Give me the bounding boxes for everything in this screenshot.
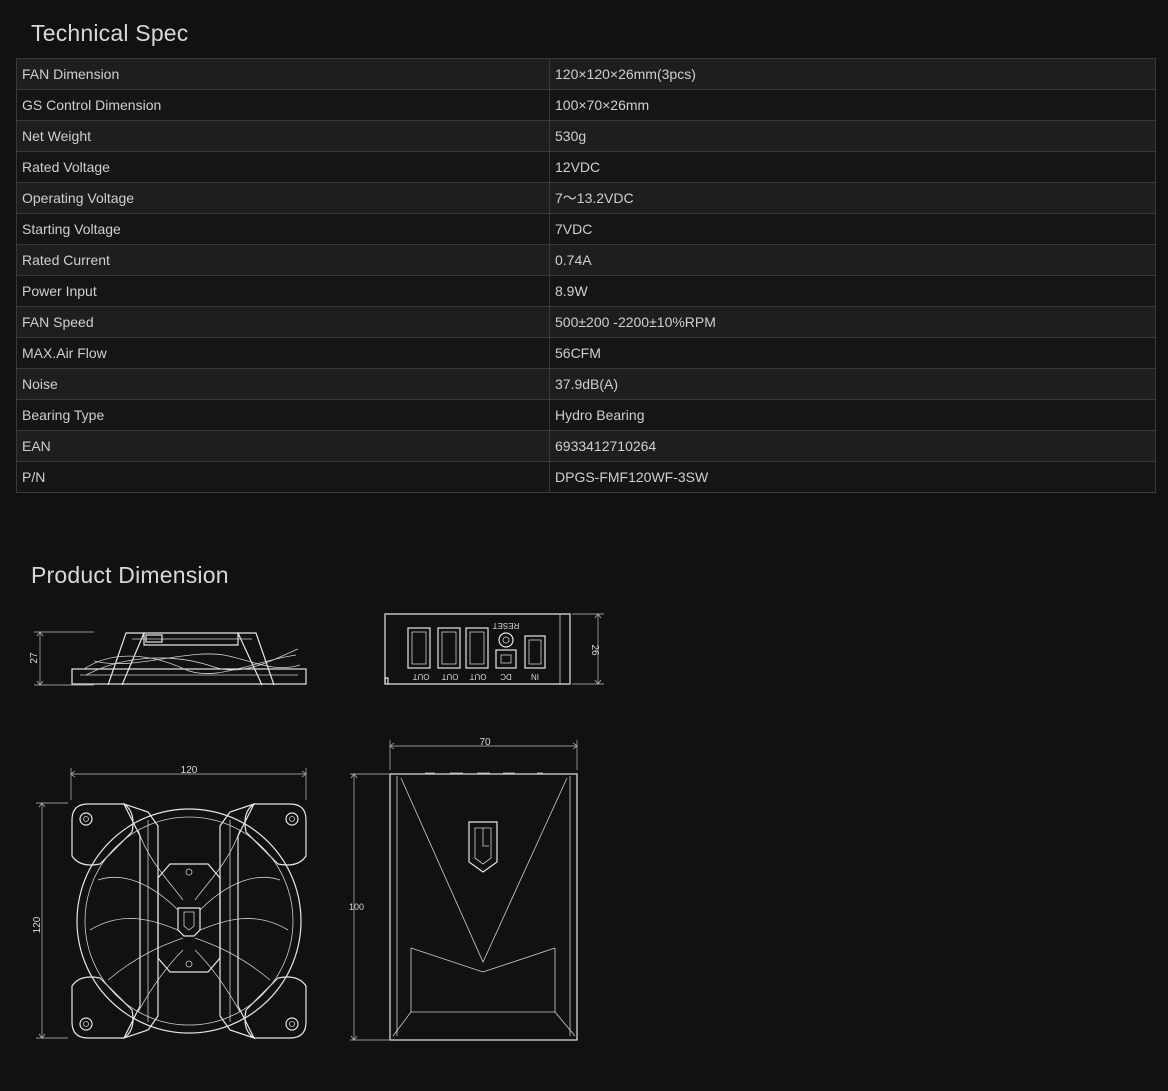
controller-height-label: 100 <box>349 902 364 912</box>
controller-front-view-drawing: 70 100 <box>349 737 578 1041</box>
spec-label: EAN <box>16 430 550 462</box>
controller-width-label: 70 <box>479 737 491 748</box>
controller-side-view-drawing: 26 RESET OUT OUT OUT DC IN <box>384 613 604 685</box>
spec-value: 56CFM <box>549 337 1156 369</box>
spec-label: FAN Speed <box>16 306 550 338</box>
spec-value: DPGS-FMF120WF-3SW <box>549 461 1156 493</box>
spec-value: 100×70×26mm <box>549 89 1156 121</box>
spec-label: P/N <box>16 461 550 493</box>
port-label-in: IN <box>531 672 539 681</box>
spec-value: 7VDC <box>549 213 1156 245</box>
spec-label: Starting Voltage <box>16 213 550 245</box>
table-row: Power Input 8.9W <box>16 275 1156 307</box>
spec-value: 37.9dB(A) <box>549 368 1156 400</box>
spec-value: 500±200 -2200±10%RPM <box>549 306 1156 338</box>
spec-value: 530g <box>549 120 1156 152</box>
spec-value: 0.74A <box>549 244 1156 276</box>
fan-side-view-drawing: 27 <box>29 631 307 686</box>
spec-value: Hydro Bearing <box>549 399 1156 431</box>
spec-value: 7～13.2VDC <box>549 182 1156 214</box>
spec-label: Power Input <box>16 275 550 307</box>
spec-label: Rated Current <box>16 244 550 276</box>
controller-side-height-label: 26 <box>589 644 600 656</box>
fan-width-label: 120 <box>181 765 198 776</box>
fan-height-label: 120 <box>32 916 43 933</box>
spec-label: Net Weight <box>16 120 550 152</box>
table-row: MAX.Air Flow 56CFM <box>16 337 1156 369</box>
spec-label: Noise <box>16 368 550 400</box>
port-label-out-3: OUT <box>469 672 486 681</box>
fan-front-view-drawing: 120 120 <box>32 765 307 1040</box>
spec-label: MAX.Air Flow <box>16 337 550 369</box>
table-row: Operating Voltage 7～13.2VDC <box>16 182 1156 214</box>
table-row: Noise 37.9dB(A) <box>16 368 1156 400</box>
product-dimension-title: Product Dimension <box>31 562 229 588</box>
port-label-out-1: OUT <box>412 672 429 681</box>
spec-value: 120×120×26mm(3pcs) <box>549 58 1156 90</box>
table-row: FAN Dimension 120×120×26mm(3pcs) <box>16 58 1156 90</box>
port-label-dc: DC <box>500 672 512 681</box>
table-row: Starting Voltage 7VDC <box>16 213 1156 245</box>
table-row: Rated Voltage 12VDC <box>16 151 1156 183</box>
table-row: Bearing Type Hydro Bearing <box>16 399 1156 431</box>
fan-side-height-label: 27 <box>29 652 40 664</box>
spec-label: Rated Voltage <box>16 151 550 183</box>
table-row: Net Weight 530g <box>16 120 1156 152</box>
spec-value: 8.9W <box>549 275 1156 307</box>
table-row: P/N DPGS-FMF120WF-3SW <box>16 461 1156 493</box>
table-row: EAN 6933412710264 <box>16 430 1156 462</box>
technical-spec-table: FAN Dimension 120×120×26mm(3pcs) GS Contr… <box>16 58 1156 493</box>
table-row: FAN Speed 500±200 -2200±10%RPM <box>16 306 1156 338</box>
spec-label: Bearing Type <box>16 399 550 431</box>
spec-value: 12VDC <box>549 151 1156 183</box>
spec-value: 6933412710264 <box>549 430 1156 462</box>
reset-label: RESET <box>493 621 520 630</box>
technical-spec-title: Technical Spec <box>31 20 189 46</box>
spec-label: GS Control Dimension <box>16 89 550 121</box>
port-label-out-2: OUT <box>441 672 458 681</box>
spec-label: FAN Dimension <box>16 58 550 90</box>
spec-label: Operating Voltage <box>16 182 550 214</box>
table-row: GS Control Dimension 100×70×26mm <box>16 89 1156 121</box>
table-row: Rated Current 0.74A <box>16 244 1156 276</box>
